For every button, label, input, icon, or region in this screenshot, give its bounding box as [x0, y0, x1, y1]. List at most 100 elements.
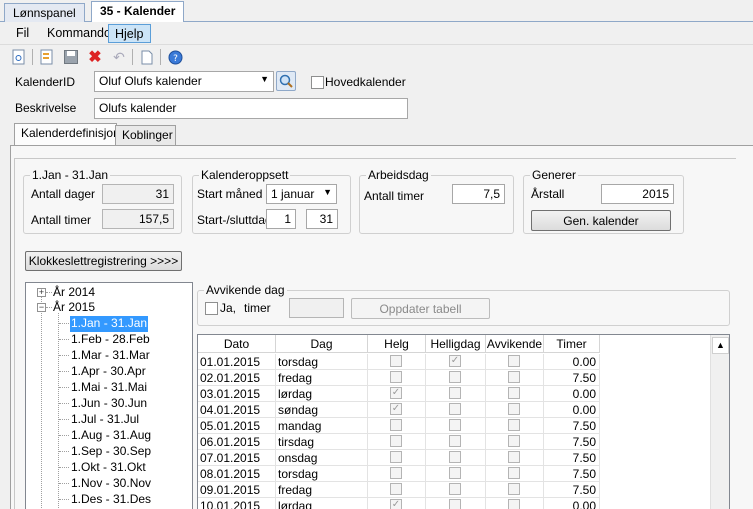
delete-icon[interactable]: ✖: [86, 48, 104, 66]
helg-checkbox[interactable]: [390, 435, 402, 447]
sluttdag-input[interactable]: 31: [306, 209, 338, 229]
tab-koblinger[interactable]: Koblinger: [115, 125, 176, 145]
arstall-input[interactable]: 2015: [601, 184, 674, 204]
help-icon[interactable]: ?: [166, 48, 184, 66]
hellig-checkbox[interactable]: [449, 371, 461, 383]
avvik-checkbox[interactable]: [508, 451, 520, 463]
start-maned-combobox[interactable]: 1 januar ▼: [266, 184, 337, 204]
hellig-checkbox[interactable]: [449, 403, 461, 415]
table-row[interactable]: 07.01.2015 onsdag 7.50: [198, 450, 600, 466]
table-row[interactable]: 10.01.2015 lørdag ✓ 0.00: [198, 498, 600, 509]
column-header[interactable]: Avvikende: [486, 335, 544, 353]
period-group-title: 1.Jan - 31.Jan: [30, 168, 111, 182]
save-icon[interactable]: [62, 48, 80, 66]
hellig-checkbox[interactable]: ✓: [449, 355, 461, 367]
avvikende-timer-input[interactable]: [289, 298, 344, 318]
helg-checkbox[interactable]: [390, 371, 402, 383]
helg-checkbox[interactable]: [390, 419, 402, 431]
table-row[interactable]: 03.01.2015 lørdag ✓ 0.00: [198, 386, 600, 402]
table-row[interactable]: 02.01.2015 fredag 7.50: [198, 370, 600, 386]
avvik-checkbox[interactable]: [508, 499, 520, 509]
startdag-input[interactable]: 1: [266, 209, 296, 229]
tree-node-month[interactable]: 1.Nov - 30.Nov: [70, 476, 152, 492]
cell-dato: 05.01.2015: [198, 418, 276, 434]
helg-checkbox[interactable]: ✓: [390, 387, 402, 399]
page-icon[interactable]: [38, 48, 56, 66]
avvik-checkbox[interactable]: [508, 467, 520, 479]
hellig-checkbox[interactable]: [449, 451, 461, 463]
avvik-checkbox[interactable]: [508, 355, 520, 367]
collapse-icon[interactable]: −: [37, 303, 46, 312]
helg-checkbox[interactable]: [390, 483, 402, 495]
tree-node-month[interactable]: 1.Des - 31.Des: [70, 492, 152, 508]
undo-icon[interactable]: ↶: [110, 48, 128, 66]
helg-checkbox[interactable]: [390, 355, 402, 367]
tree-node-year[interactable]: År 2014: [52, 285, 96, 301]
doc-tab-kalender[interactable]: 35 - Kalender: [91, 1, 185, 23]
grid-scrollbar[interactable]: ▲: [710, 335, 729, 509]
helg-checkbox[interactable]: ✓: [390, 499, 402, 509]
tree-node-month[interactable]: 1.Feb - 28.Feb: [70, 332, 151, 348]
tab-kalenderdefinisjon[interactable]: Kalenderdefinisjon: [14, 123, 120, 145]
tree-node-month[interactable]: 1.Sep - 30.Sep: [70, 444, 152, 460]
menu-hjelp[interactable]: Hjelp: [108, 24, 151, 43]
column-header[interactable]: Timer: [544, 335, 600, 353]
tree-node-month[interactable]: 1.Aug - 31.Aug: [70, 428, 152, 444]
cell-avvik: [486, 386, 544, 402]
helg-checkbox[interactable]: ✓: [390, 403, 402, 415]
cell-timer: 0.00: [544, 354, 600, 370]
menu-fil[interactable]: Fil: [10, 24, 35, 43]
tree-node-month[interactable]: 1.Jan - 31.Jan: [70, 316, 149, 332]
avvik-checkbox[interactable]: [508, 483, 520, 495]
document-icon[interactable]: [10, 48, 28, 66]
column-header[interactable]: Helligdag: [426, 335, 486, 353]
beskrivelse-input[interactable]: Olufs kalender: [94, 98, 408, 119]
tree-node-month[interactable]: 1.Jun - 30.Jun: [70, 396, 148, 412]
tree-node-month[interactable]: 1.Mai - 31.Mai: [70, 380, 148, 396]
avvik-checkbox[interactable]: [508, 403, 520, 415]
table-row[interactable]: 04.01.2015 søndag ✓ 0.00: [198, 402, 600, 418]
doc-tab-lonnspanel[interactable]: Lønnspanel: [4, 3, 85, 22]
column-header[interactable]: Dag: [276, 335, 368, 353]
tree-node-month[interactable]: 1.Jul - 31.Jul: [70, 412, 140, 428]
hellig-checkbox[interactable]: [449, 435, 461, 447]
avvik-checkbox[interactable]: [508, 387, 520, 399]
table-row[interactable]: 05.01.2015 mandag 7.50: [198, 418, 600, 434]
avvik-checkbox[interactable]: [508, 371, 520, 383]
column-header[interactable]: Dato: [198, 335, 276, 353]
table-row[interactable]: 06.01.2015 tirsdag 7.50: [198, 434, 600, 450]
hellig-checkbox[interactable]: [449, 499, 461, 509]
hovedkalender-checkbox[interactable]: [311, 76, 324, 89]
klokkeslettregistrering-button[interactable]: Klokkeslettregistrering >>>>: [25, 251, 182, 271]
avvik-checkbox[interactable]: [508, 419, 520, 431]
chevron-down-icon[interactable]: ▼: [323, 187, 332, 197]
start-maned-value: 1 januar: [271, 187, 315, 201]
arbeidsdag-timer-input[interactable]: 7,5: [452, 184, 505, 204]
table-row[interactable]: 08.01.2015 torsdag 7.50: [198, 466, 600, 482]
menu-kommando[interactable]: Kommando: [41, 24, 117, 43]
hellig-checkbox[interactable]: [449, 467, 461, 479]
oppdater-tabell-button[interactable]: Oppdater tabell: [351, 298, 490, 319]
hellig-checkbox[interactable]: [449, 419, 461, 431]
chevron-down-icon[interactable]: ▼: [260, 74, 269, 84]
hellig-checkbox[interactable]: [449, 387, 461, 399]
ja-checkbox[interactable]: [205, 302, 218, 315]
hellig-checkbox[interactable]: [449, 483, 461, 495]
kalenderid-value: Oluf Olufs kalender: [99, 74, 202, 88]
helg-checkbox[interactable]: [390, 467, 402, 479]
tree-node-month[interactable]: 1.Mar - 31.Mar: [70, 348, 151, 364]
gen-kalender-button[interactable]: Gen. kalender: [531, 210, 671, 231]
search-button[interactable]: [276, 71, 296, 91]
new-icon[interactable]: [138, 48, 156, 66]
scroll-up-icon[interactable]: ▲: [712, 337, 729, 354]
table-row[interactable]: 01.01.2015 torsdag ✓ 0.00: [198, 354, 600, 370]
helg-checkbox[interactable]: [390, 451, 402, 463]
tree-node-month[interactable]: 1.Okt - 31.Okt: [70, 460, 147, 476]
tree-node-month[interactable]: 1.Apr - 30.Apr: [70, 364, 147, 380]
column-header[interactable]: Helg: [368, 335, 426, 353]
expand-icon[interactable]: +: [37, 288, 46, 297]
avvik-checkbox[interactable]: [508, 435, 520, 447]
cell-avvik: [486, 450, 544, 466]
kalenderid-combobox[interactable]: Oluf Olufs kalender ▼: [94, 71, 274, 92]
table-row[interactable]: 09.01.2015 fredag 7.50: [198, 482, 600, 498]
